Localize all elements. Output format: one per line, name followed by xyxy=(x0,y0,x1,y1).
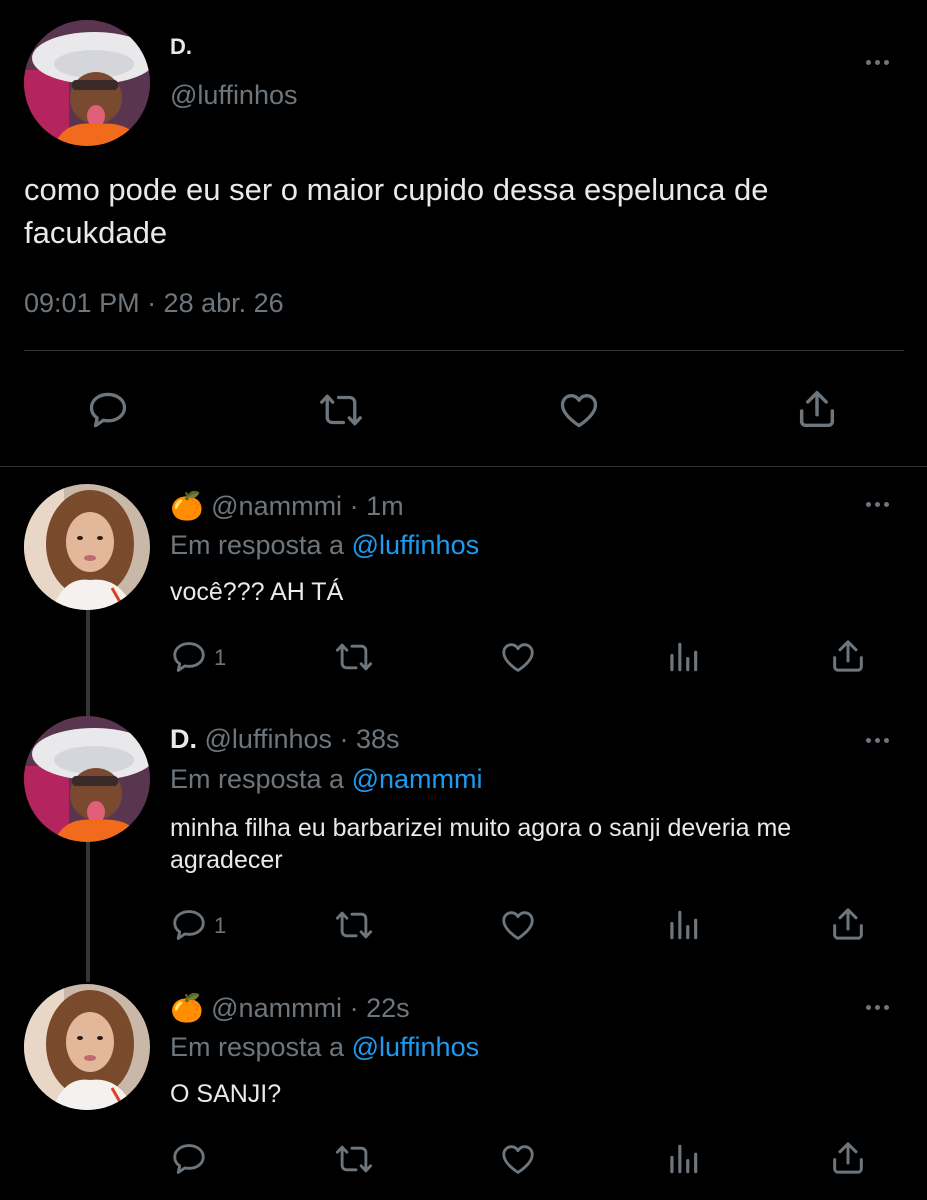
divider xyxy=(24,350,904,351)
more-icon[interactable] xyxy=(862,497,892,511)
reply-context-prefix: Em resposta a xyxy=(170,764,345,794)
reply-icon[interactable] xyxy=(86,388,130,432)
more-icon[interactable] xyxy=(862,1000,892,1014)
avatar-nammmi[interactable] xyxy=(24,484,150,610)
share-icon[interactable] xyxy=(828,636,868,676)
reply-display-name[interactable]: D. xyxy=(170,724,197,754)
retweet-icon[interactable] xyxy=(334,906,374,944)
share-icon[interactable] xyxy=(794,386,840,432)
main-handle[interactable]: @luffinhos xyxy=(170,80,298,111)
reply-handle[interactable]: @luffinhos xyxy=(205,724,333,754)
analytics-icon[interactable] xyxy=(664,1140,702,1178)
like-icon[interactable] xyxy=(498,638,538,676)
reply-text: você??? AH TÁ xyxy=(170,578,344,606)
reply-context: Em resposta a @nammmi xyxy=(170,764,483,795)
reply-context-prefix: Em resposta a xyxy=(170,1032,345,1062)
reply-icon[interactable] xyxy=(170,906,208,944)
reply-context-mention[interactable]: @luffinhos xyxy=(352,1032,480,1062)
more-icon[interactable] xyxy=(862,733,892,747)
reply-header: 🍊 @nammmi · 1m xyxy=(170,490,404,522)
reply-handle[interactable]: @nammmi xyxy=(211,491,342,521)
reply-count: 1 xyxy=(214,645,227,670)
reply-text: O SANJI? xyxy=(170,1080,282,1108)
avatar-luffinhos-main[interactable] xyxy=(24,20,150,146)
orange-emoji-icon: 🍊 xyxy=(170,491,204,521)
orange-emoji-icon: 🍊 xyxy=(170,993,204,1023)
retweet-icon[interactable] xyxy=(334,638,374,676)
reply-count: 1 xyxy=(214,913,227,938)
avatar-luffinhos[interactable] xyxy=(24,716,150,842)
reply-context: Em resposta a @luffinhos xyxy=(170,530,479,561)
retweet-icon[interactable] xyxy=(334,1140,374,1178)
reply-context-mention[interactable]: @nammmi xyxy=(352,764,483,794)
analytics-icon[interactable] xyxy=(664,906,702,944)
analytics-icon[interactable] xyxy=(664,638,702,676)
reply-header: D. @luffinhos · 38s xyxy=(170,724,400,755)
reply-time[interactable]: · 22s xyxy=(350,993,410,1023)
share-icon[interactable] xyxy=(828,1138,868,1178)
like-icon[interactable] xyxy=(556,388,602,432)
retweet-icon[interactable] xyxy=(318,388,364,432)
share-icon[interactable] xyxy=(828,904,868,944)
like-icon[interactable] xyxy=(498,1140,538,1178)
reply-context-mention[interactable]: @luffinhos xyxy=(352,530,480,560)
more-icon[interactable] xyxy=(862,55,892,69)
reply-time[interactable]: · 1m xyxy=(350,491,404,521)
thread-line xyxy=(86,842,90,982)
main-tweet-timestamp: 09:01 PM · 28 abr. 26 xyxy=(24,288,284,318)
thread-line xyxy=(86,610,90,718)
reply-text: minha filha eu barbarizei muito agora o … xyxy=(170,814,792,874)
reply-icon[interactable] xyxy=(170,638,208,676)
avatar-nammmi[interactable] xyxy=(24,984,150,1110)
reply-time[interactable]: · 38s xyxy=(340,724,400,754)
reply-handle[interactable]: @nammmi xyxy=(211,993,342,1023)
reply-header: 🍊 @nammmi · 22s xyxy=(170,992,410,1024)
reply-context: Em resposta a @luffinhos xyxy=(170,1032,479,1063)
main-tweet-text: como pode eu ser o maior cupido dessa es… xyxy=(24,172,769,250)
section-divider xyxy=(0,466,927,467)
main-display-name[interactable]: D. xyxy=(170,34,192,60)
reply-context-prefix: Em resposta a xyxy=(170,530,345,560)
like-icon[interactable] xyxy=(498,906,538,944)
reply-icon[interactable] xyxy=(170,1140,208,1178)
